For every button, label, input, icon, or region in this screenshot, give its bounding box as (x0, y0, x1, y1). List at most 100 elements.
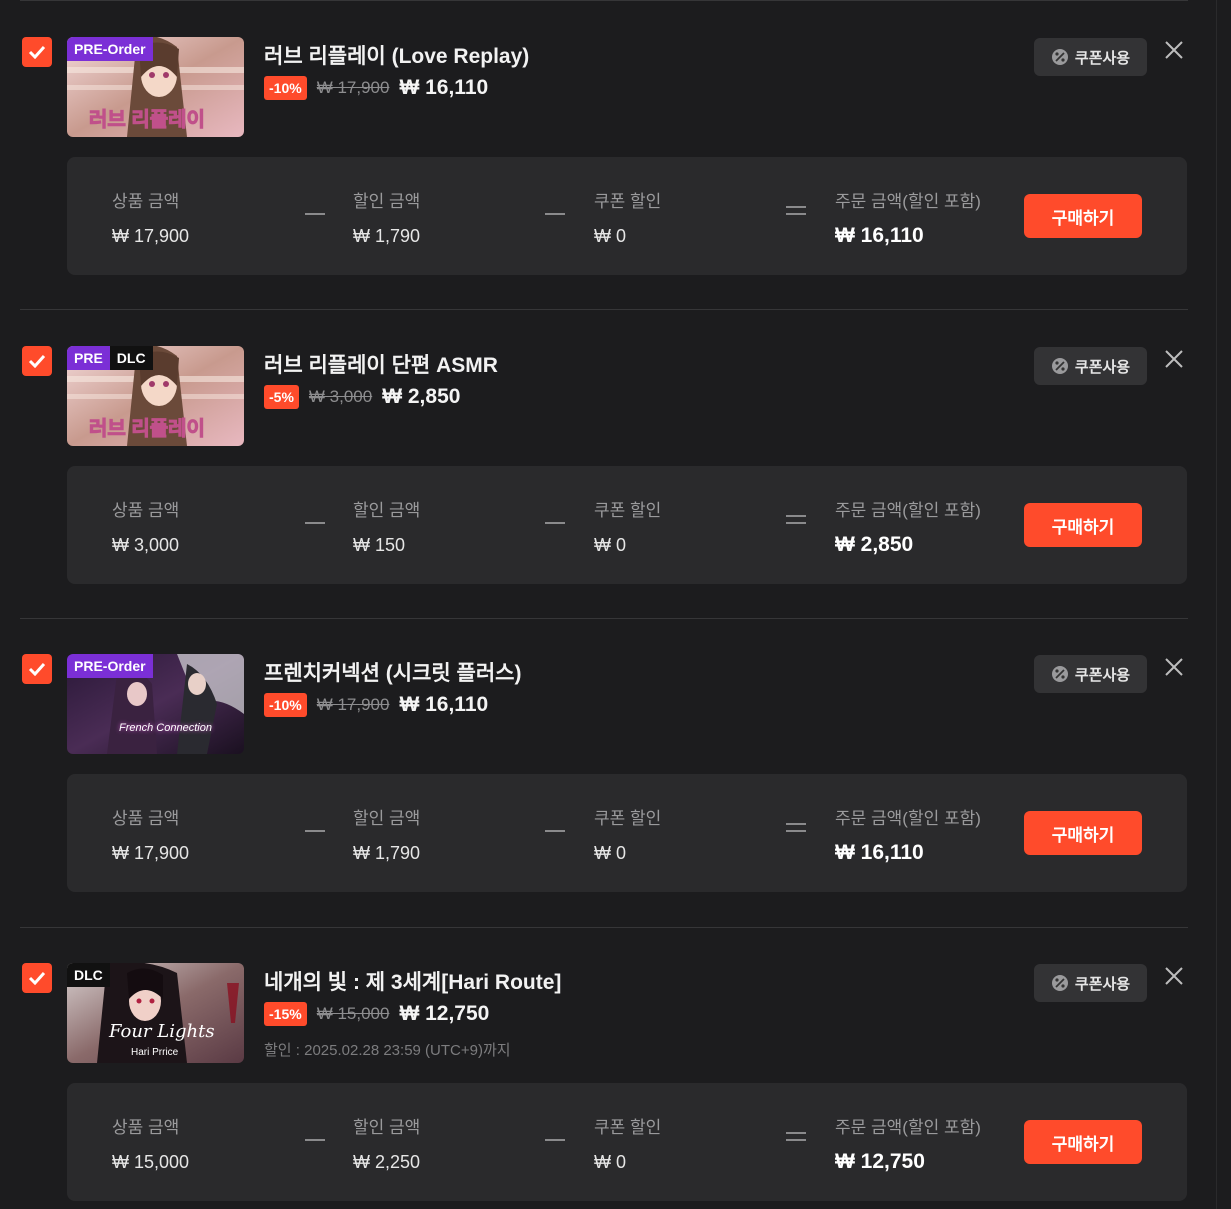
buy-button[interactable]: 구매하기 (1024, 194, 1142, 238)
thumbnail-logo-text: 러브 리플레이 (89, 109, 206, 132)
equals-sign (786, 1132, 806, 1141)
check-icon (28, 662, 46, 676)
scrollbar[interactable] (1219, 0, 1231, 1209)
cart-page: PRE-Order 러브 리플레이 러브 리플레이 (Love Replay) … (0, 0, 1231, 1209)
preorder-badge: PRE-Order (67, 654, 153, 678)
item-divider (20, 618, 1188, 619)
badge-group: PRE-Order (67, 37, 153, 61)
minus-sign (545, 522, 565, 524)
coupon-button[interactable]: 쿠폰사용 (1034, 964, 1147, 1002)
product-amount-label: 상품 금액 (112, 501, 180, 520)
product-title[interactable]: 네개의 빛 : 제 3세계[Hari Route] (264, 966, 561, 996)
item-divider (20, 927, 1188, 928)
coupon-icon (1051, 358, 1068, 374)
coupon-button[interactable]: 쿠폰사용 (1034, 38, 1147, 76)
discount-amount-col: 할인 금액 ₩ 2,250 (353, 1113, 420, 1173)
thumbnail-logo-subtext: Hari Prrice (131, 1047, 179, 1058)
cart-item: PRE-Order 러브 리플레이 러브 리플레이 (Love Replay) … (0, 0, 1219, 309)
dlc-badge: DLC (109, 346, 153, 370)
coupon-discount-value: ₩ 0 (594, 226, 627, 246)
discount-amount-label: 할인 금액 (353, 192, 421, 211)
order-amount-col: 주문 금액(할인 포함) ₩ 16,110 (835, 187, 981, 248)
coupon-discount-col: 쿠폰 할인 ₩ 0 (594, 1113, 661, 1173)
cart-item: DLC Four Lights Hari Prrice 네개의 빛 : 제 3세… (0, 927, 1219, 1209)
discount-amount-label: 할인 금액 (353, 501, 421, 520)
minus-sign (305, 522, 325, 524)
check-icon (28, 45, 46, 59)
product-thumbnail[interactable]: DLC Four Lights Hari Prrice (67, 963, 244, 1063)
order-amount-value: ₩ 12,750 (835, 1150, 925, 1173)
coupon-discount-label: 쿠폰 할인 (594, 809, 662, 828)
close-icon[interactable] (1162, 38, 1186, 62)
cart-item: PRE DLC 러브 리플레이 러브 리플레이 단편 ASMR -5% ₩ 3,… (0, 309, 1219, 618)
buy-button[interactable]: 구매하기 (1024, 503, 1142, 547)
pre-badge: PRE (67, 346, 110, 370)
item-checkbox[interactable] (22, 37, 52, 67)
original-price: ₩ 3,000 (308, 387, 373, 406)
order-amount-col: 주문 금액(할인 포함) ₩ 12,750 (835, 1113, 981, 1174)
equals-sign (786, 515, 806, 524)
thumbnail-logo-text: French Connection (119, 722, 212, 734)
coupon-button-label: 쿠폰사용 (1074, 975, 1131, 993)
coupon-discount-label: 쿠폰 할인 (594, 501, 662, 520)
discount-amount-col: 할인 금액 ₩ 150 (353, 496, 420, 556)
sale-price: ₩ 2,850 (382, 385, 461, 408)
coupon-button[interactable]: 쿠폰사용 (1034, 655, 1147, 693)
discount-amount-value: ₩ 150 (353, 535, 406, 555)
discount-badge: -15% (264, 1002, 307, 1026)
minus-sign (305, 830, 325, 832)
product-amount-value: ₩ 17,900 (112, 226, 190, 246)
coupon-button[interactable]: 쿠폰사용 (1034, 347, 1147, 385)
coupon-icon (1051, 666, 1068, 682)
coupon-button-label: 쿠폰사용 (1074, 49, 1131, 67)
coupon-button-label: 쿠폰사용 (1074, 666, 1131, 684)
item-divider (20, 0, 1188, 1)
order-amount-value: ₩ 2,850 (835, 533, 914, 556)
order-amount-value: ₩ 16,110 (835, 841, 924, 864)
product-title[interactable]: 러브 리플레이 단편 ASMR (264, 349, 498, 379)
badge-group: PRE DLC (67, 346, 153, 370)
product-title[interactable]: 프렌치커넥션 (시크릿 플러스) (264, 657, 522, 687)
product-thumbnail[interactable]: PRE-Order French Connection (67, 654, 244, 754)
coupon-button-label: 쿠폰사용 (1074, 358, 1131, 376)
product-amount-col: 상품 금액 ₩ 15,000 (112, 1113, 189, 1173)
check-icon (28, 971, 46, 985)
preorder-badge: PRE-Order (67, 37, 153, 61)
product-amount-value: ₩ 15,000 (112, 1152, 190, 1172)
price-row: -15% ₩ 15,000 ₩ 12,750 (264, 1002, 489, 1026)
buy-button[interactable]: 구매하기 (1024, 1120, 1142, 1164)
buy-button[interactable]: 구매하기 (1024, 811, 1142, 855)
order-amount-label: 주문 금액(할인 포함) (835, 192, 981, 211)
close-icon[interactable] (1162, 964, 1186, 988)
coupon-discount-value: ₩ 0 (594, 535, 627, 555)
price-row: -5% ₩ 3,000 ₩ 2,850 (264, 385, 460, 409)
product-thumbnail[interactable]: PRE DLC 러브 리플레이 (67, 346, 244, 446)
sale-price: ₩ 16,110 (399, 693, 489, 716)
minus-sign (545, 1139, 565, 1141)
cart-item: PRE-Order French Connection 프렌치커넥션 (시크릿 … (0, 618, 1219, 927)
order-summary: 상품 금액 ₩ 17,900 할인 금액 ₩ 1,790 쿠폰 할인 ₩ 0 주… (67, 157, 1187, 275)
close-icon[interactable] (1162, 347, 1186, 371)
thumbnail-logo-text: 러브 리플레이 (89, 418, 206, 441)
item-checkbox[interactable] (22, 654, 52, 684)
product-amount-label: 상품 금액 (112, 809, 180, 828)
minus-sign (545, 830, 565, 832)
close-icon[interactable] (1162, 655, 1186, 679)
product-amount-label: 상품 금액 (112, 192, 180, 211)
product-amount-value: ₩ 3,000 (112, 535, 180, 555)
product-title[interactable]: 러브 리플레이 (Love Replay) (264, 40, 529, 70)
equals-sign (786, 823, 806, 832)
discount-amount-value: ₩ 2,250 (353, 1152, 421, 1172)
product-thumbnail[interactable]: PRE-Order 러브 리플레이 (67, 37, 244, 137)
order-summary: 상품 금액 ₩ 3,000 할인 금액 ₩ 150 쿠폰 할인 ₩ 0 주문 금… (67, 466, 1187, 584)
discount-amount-value: ₩ 1,790 (353, 843, 421, 863)
product-amount-label: 상품 금액 (112, 1118, 180, 1137)
order-amount-label: 주문 금액(할인 포함) (835, 1118, 981, 1137)
coupon-discount-label: 쿠폰 할인 (594, 192, 662, 211)
discount-amount-value: ₩ 1,790 (353, 226, 421, 246)
item-checkbox[interactable] (22, 346, 52, 376)
discount-deadline-note: 할인 : 2025.02.28 23:59 (UTC+9)까지 (264, 1042, 511, 1059)
price-row: -10% ₩ 17,900 ₩ 16,110 (264, 76, 488, 100)
item-checkbox[interactable] (22, 963, 52, 993)
minus-sign (545, 213, 565, 215)
